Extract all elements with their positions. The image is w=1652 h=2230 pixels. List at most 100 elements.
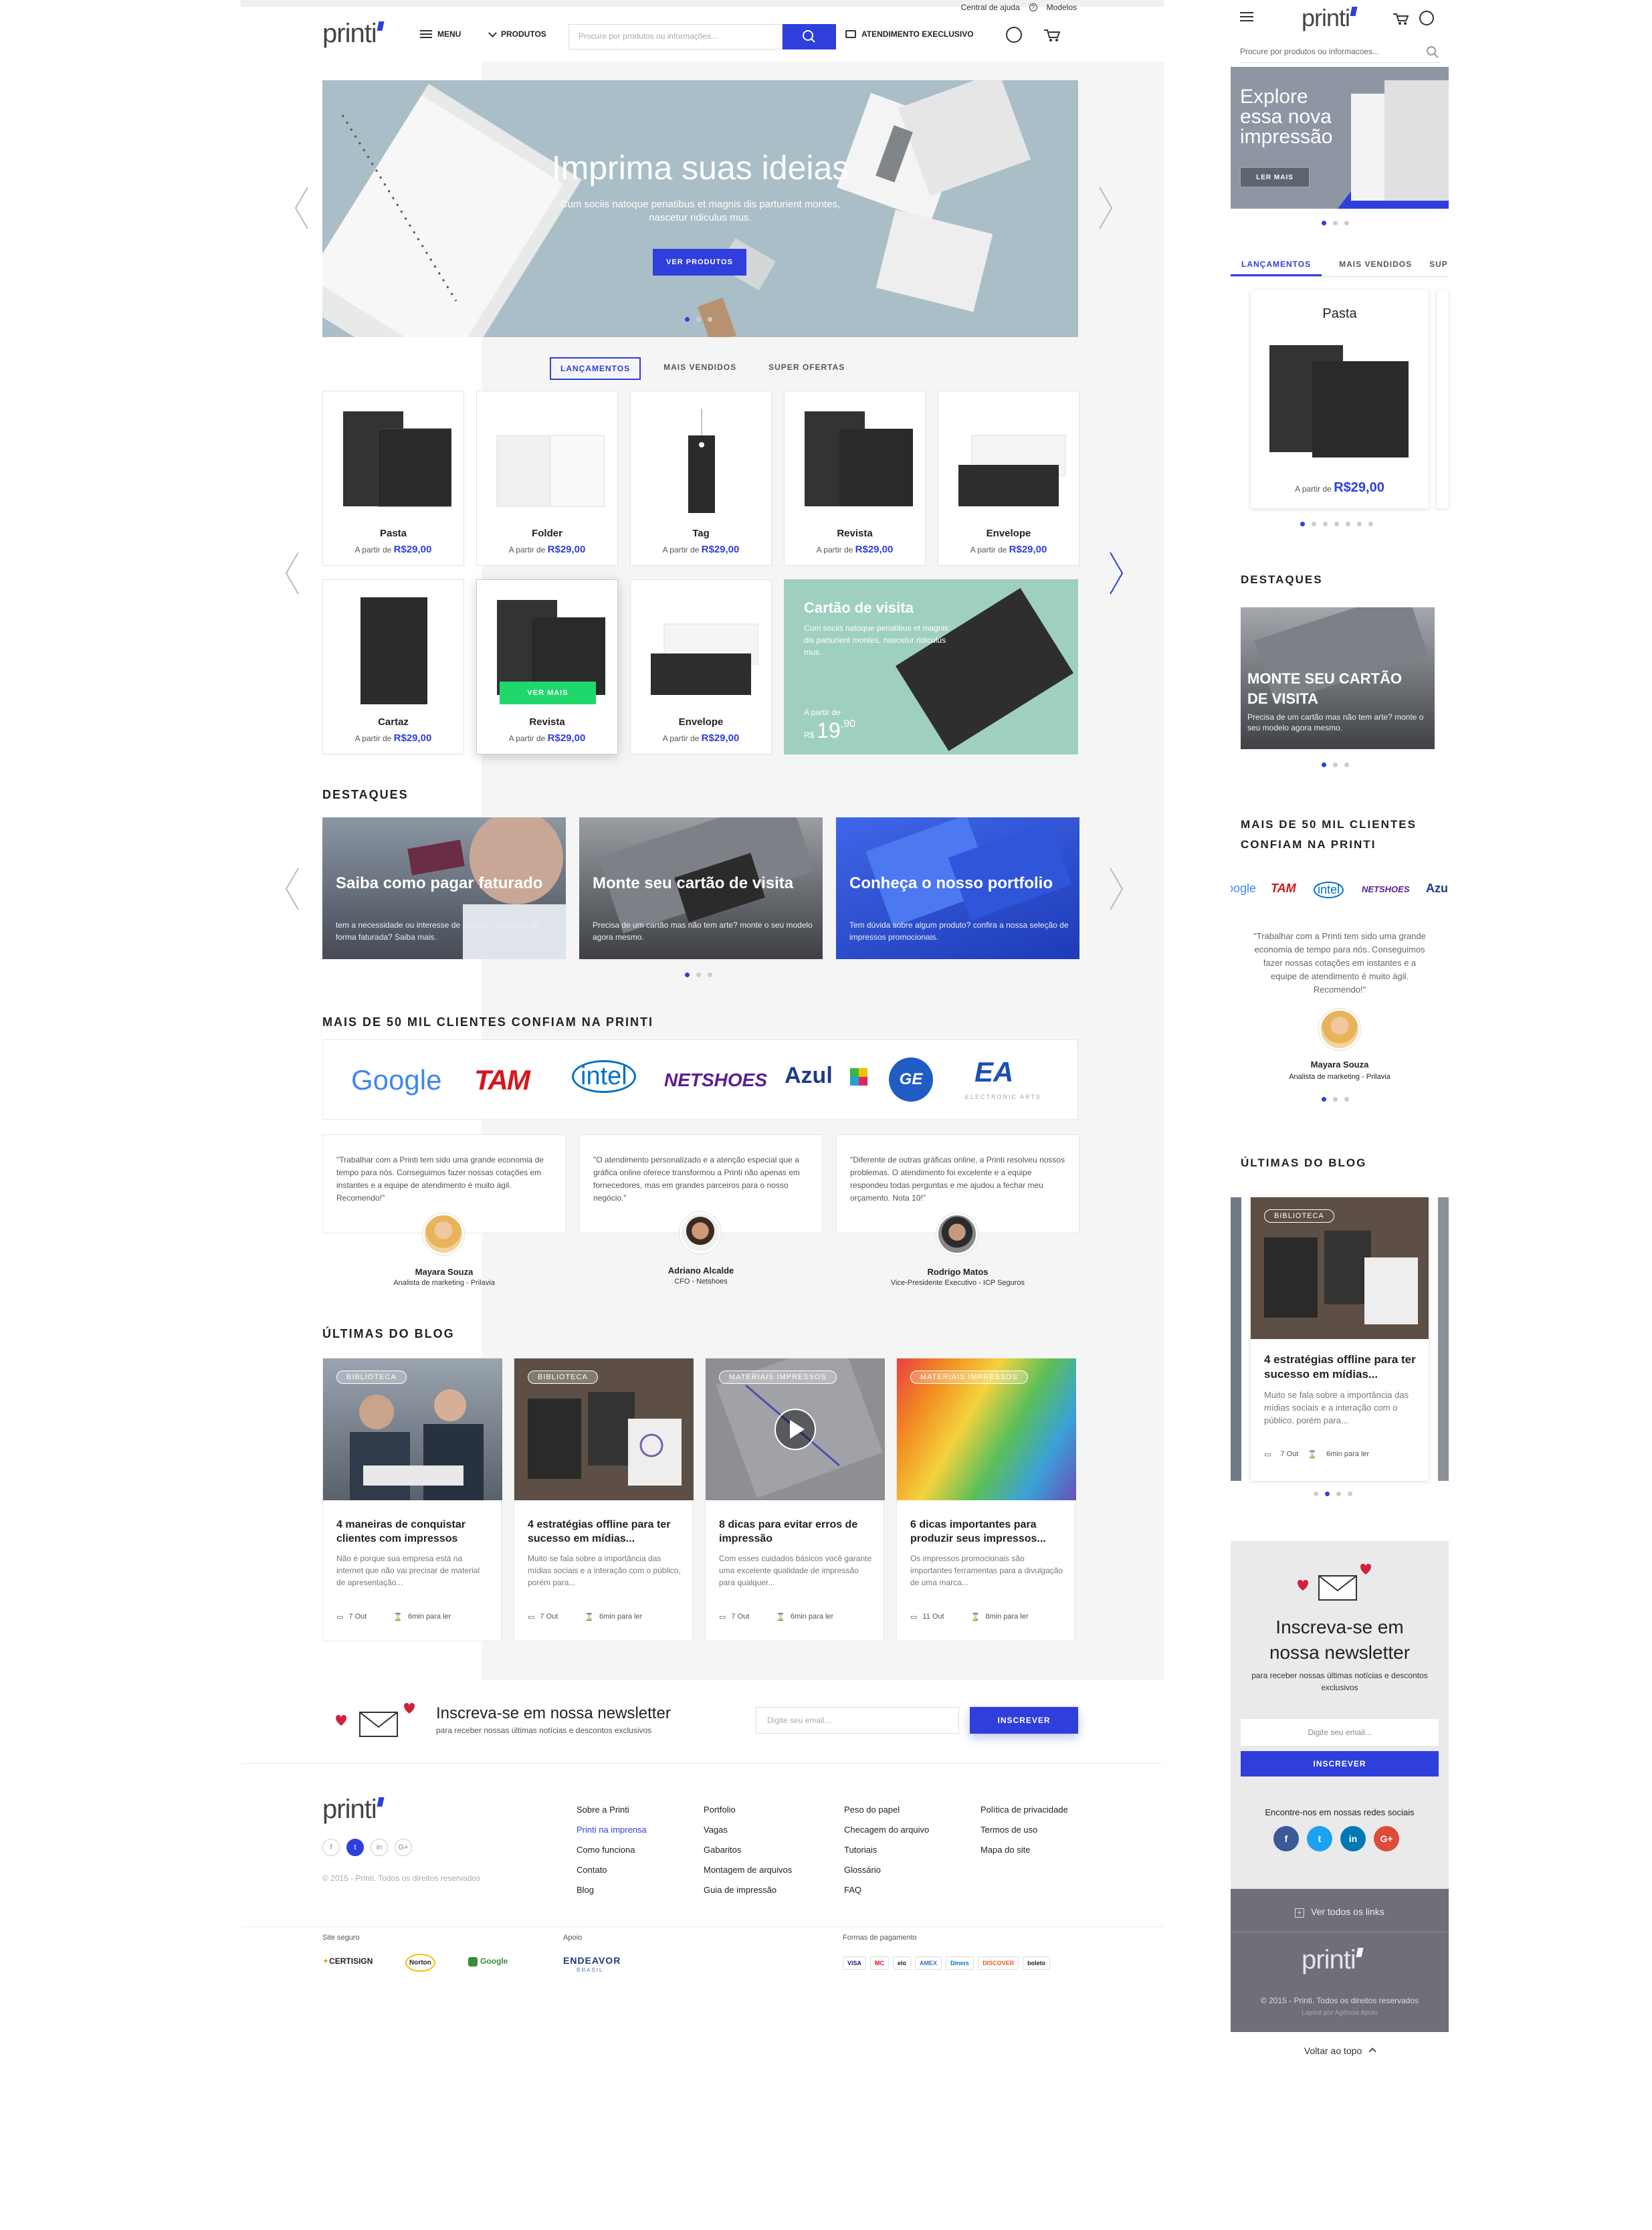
- cart-icon[interactable]: [1392, 12, 1409, 27]
- destaque-card[interactable]: Monte seu cartão de visita Precisa de um…: [579, 817, 823, 959]
- dot-2[interactable]: [1325, 1492, 1330, 1496]
- dot-4[interactable]: [1334, 522, 1339, 526]
- see-more-button[interactable]: VER MAIS: [500, 682, 596, 704]
- footer-link[interactable]: Mapa do site: [980, 1840, 1068, 1860]
- mobile-blog-card[interactable]: BIBLIOTECA 4 estratégias offline para te…: [1251, 1197, 1429, 1481]
- destaques-dot-3[interactable]: [708, 973, 712, 977]
- linkedin-icon[interactable]: in: [1340, 1826, 1366, 1851]
- dot-6[interactable]: [1357, 522, 1362, 526]
- footer-link[interactable]: Gabaritos: [704, 1840, 792, 1860]
- blog-card[interactable]: BIBLIOTECA 4 estratégias offline para te…: [514, 1358, 694, 1641]
- product-card[interactable]: Envelope A partir de R$29,00: [938, 391, 1079, 566]
- dot-1[interactable]: [1300, 522, 1305, 526]
- twitter-icon[interactable]: t: [346, 1839, 364, 1856]
- mobile-read-more-button[interactable]: LER MAIS: [1240, 167, 1310, 187]
- newsletter-email-input[interactable]: Digite seu email...: [756, 1707, 959, 1734]
- blog-tag[interactable]: MATERIAIS IMPRESSOS: [910, 1371, 1028, 1384]
- blog-tag[interactable]: BIBLIOTECA: [528, 1371, 598, 1384]
- googleplus-icon[interactable]: G+: [1374, 1826, 1399, 1851]
- mobile-product-card[interactable]: Pasta A partir de R$29,00: [1251, 290, 1429, 508]
- mobile-tab-super-ofertas[interactable]: SUP: [1429, 257, 1448, 276]
- blog-tag[interactable]: MATERIAIS IMPRESSOS: [719, 1371, 837, 1384]
- facebook-icon[interactable]: f: [322, 1839, 340, 1856]
- cart-icon[interactable]: [1043, 28, 1061, 45]
- dot-4[interactable]: [1348, 1492, 1352, 1496]
- mobile-see-all-links[interactable]: + Ver todos os links: [1231, 1906, 1449, 1918]
- dot-3[interactable]: [1344, 763, 1349, 767]
- footer-link[interactable]: Política de privacidade: [980, 1800, 1068, 1820]
- tab-lancamentos[interactable]: LANÇAMENTOS: [550, 357, 641, 380]
- exclusive-service-link[interactable]: ATENDIMENTO EXECLUSIVO: [845, 29, 974, 39]
- mobile-blog-tag[interactable]: BIBLIOTECA: [1264, 1209, 1334, 1223]
- googleplus-icon[interactable]: G+: [395, 1839, 412, 1856]
- footer-link[interactable]: FAQ: [844, 1880, 929, 1900]
- product-card[interactable]: Pasta A partir de R$29,00: [322, 391, 464, 566]
- dot-2[interactable]: [1333, 221, 1338, 225]
- dot-3[interactable]: [1336, 1492, 1341, 1496]
- dot-3[interactable]: [1344, 221, 1349, 225]
- product-card[interactable]: Revista A partir de R$29,00: [784, 391, 926, 566]
- mobile-tab-lancamentos[interactable]: LANÇAMENTOS: [1231, 257, 1322, 276]
- dot-7[interactable]: [1368, 522, 1373, 526]
- facebook-icon[interactable]: f: [1273, 1826, 1299, 1851]
- product-card[interactable]: Envelope A partir de R$29,00: [630, 579, 772, 754]
- destaque-card[interactable]: Saiba como pagar faturado tem a necessid…: [322, 817, 566, 959]
- view-products-button[interactable]: VER PRODUTOS: [653, 249, 746, 276]
- products-button[interactable]: PRODUTOS: [488, 28, 546, 39]
- footer-link[interactable]: Peso do papel: [844, 1800, 929, 1820]
- dot-1[interactable]: [1322, 1097, 1326, 1102]
- blog-card[interactable]: MATERIAIS IMPRESSOS 8 dicas para evitar …: [705, 1358, 885, 1641]
- dot-1[interactable]: [1314, 1492, 1318, 1496]
- destaques-next-arrow[interactable]: [1106, 866, 1126, 912]
- footer-link[interactable]: Tutoriais: [844, 1840, 929, 1860]
- dot-2[interactable]: [1333, 1097, 1338, 1102]
- mobile-newsletter-email-input[interactable]: Digite seu email...: [1241, 1719, 1439, 1746]
- footer-link[interactable]: Termos de uso: [980, 1820, 1068, 1840]
- dot-1[interactable]: [1322, 763, 1326, 767]
- blog-card[interactable]: BIBLIOTECA 4 maneiras de conquistar clie…: [322, 1358, 502, 1641]
- blog-tag[interactable]: BIBLIOTECA: [336, 1371, 407, 1384]
- hero-prev-arrow[interactable]: [292, 185, 312, 231]
- mobile-subscribe-button[interactable]: INSCREVER: [1241, 1751, 1439, 1777]
- dot-3[interactable]: [1344, 1097, 1349, 1102]
- mobile-search-input[interactable]: Procure por produtos ou informacoes...: [1240, 43, 1441, 63]
- models-link[interactable]: Modelos: [1047, 3, 1077, 12]
- footer-link[interactable]: Printi na imprensa: [577, 1820, 647, 1840]
- dot-1[interactable]: [1322, 221, 1326, 225]
- products-prev-arrow[interactable]: [282, 550, 302, 597]
- product-card[interactable]: Tag A partir de R$29,00: [630, 391, 772, 566]
- dot-2[interactable]: [1333, 763, 1338, 767]
- back-to-top-link[interactable]: Voltar ao topo: [1231, 2045, 1449, 2056]
- products-next-arrow[interactable]: [1106, 550, 1126, 597]
- dot-3[interactable]: [1323, 522, 1328, 526]
- footer-link[interactable]: Glossário: [844, 1860, 929, 1880]
- tab-mais-vendidos[interactable]: MAIS VENDIDOS: [654, 357, 746, 380]
- mobile-logo[interactable]: printi: [1302, 4, 1358, 32]
- footer-link[interactable]: Blog: [577, 1880, 647, 1900]
- help-link[interactable]: Central de ajuda: [961, 3, 1020, 12]
- user-icon[interactable]: [1006, 27, 1022, 43]
- dot-2[interactable]: [1312, 522, 1316, 526]
- footer-link[interactable]: Montagem de arquivos: [704, 1860, 792, 1880]
- mobile-footer-logo[interactable]: printi: [1302, 1945, 1364, 1975]
- destaques-dot-1[interactable]: [685, 973, 690, 977]
- destaque-card[interactable]: Conheça o nosso portfolio Tem dúvida sob…: [836, 817, 1079, 959]
- product-card-hover[interactable]: VER MAIS Revista A partir de R$29,00: [476, 579, 618, 754]
- footer-link[interactable]: Guia de impressão: [704, 1880, 792, 1900]
- hero-dot-1[interactable]: [685, 317, 690, 322]
- linkedin-icon[interactable]: in: [371, 1839, 388, 1856]
- destaques-dot-2[interactable]: [696, 973, 701, 977]
- menu-button[interactable]: MENU: [420, 29, 461, 39]
- mobile-tab-mais-vendidos[interactable]: MAIS VENDIDOS: [1339, 257, 1412, 276]
- user-icon[interactable]: [1419, 11, 1434, 25]
- product-card[interactable]: Cartaz A partir de R$29,00: [322, 579, 464, 754]
- search-icon[interactable]: [1426, 45, 1439, 61]
- footer-link[interactable]: Vagas: [704, 1820, 792, 1840]
- subscribe-button[interactable]: INSCREVER: [970, 1707, 1078, 1734]
- featured-product-business-card[interactable]: Cartão de visita Cum sociis natoque pena…: [784, 579, 1078, 754]
- footer-link[interactable]: Sobre a Printi: [577, 1800, 647, 1820]
- footer-link[interactable]: Contato: [577, 1860, 647, 1880]
- search-input[interactable]: Procure por produtos ou informações...: [569, 24, 783, 49]
- logo[interactable]: printi: [322, 19, 385, 49]
- tab-super-ofertas[interactable]: SUPER OFERTAS: [759, 357, 854, 380]
